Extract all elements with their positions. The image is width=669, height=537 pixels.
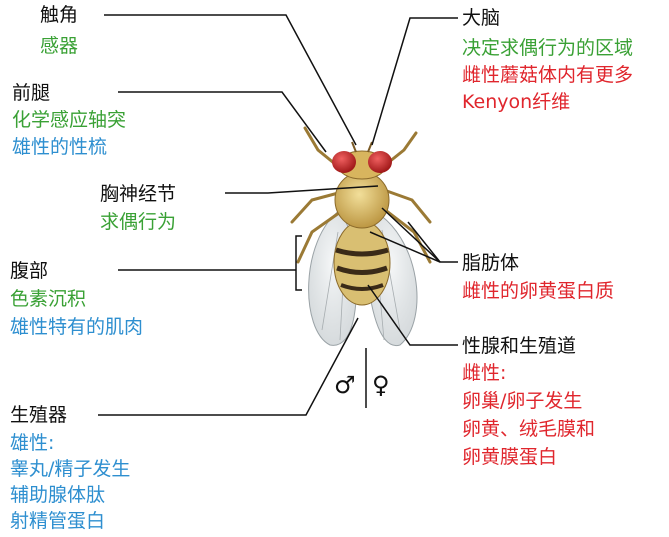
thoracic-ganglion-title: 胸神经节 bbox=[100, 183, 177, 205]
abdomen-title: 腹部 bbox=[10, 260, 49, 282]
brain-courtship-region: 决定求偶行为的区域 bbox=[462, 37, 634, 59]
left-eye bbox=[332, 151, 356, 173]
gonad-female: 雌性: bbox=[462, 362, 507, 384]
genitalia-accessory-gland: 辅助腺体肽 bbox=[10, 484, 106, 506]
abdomen-male-muscle: 雄性特有的肌肉 bbox=[10, 316, 144, 338]
genitalia-testis: 睾丸/精子发生 bbox=[10, 458, 131, 480]
male-symbol: ♂ bbox=[334, 371, 356, 399]
thorax bbox=[334, 171, 390, 229]
female-symbol: ♀ bbox=[372, 371, 390, 399]
brain-title: 大脑 bbox=[462, 7, 501, 29]
genitalia-ejaculatory-duct: 射精管蛋白 bbox=[10, 510, 106, 532]
antenna-sensilla: 感器 bbox=[40, 35, 79, 57]
right-eye bbox=[368, 151, 392, 173]
gonad-ovary: 卵巢/卵子发生 bbox=[462, 390, 583, 412]
fly-head bbox=[332, 141, 392, 180]
brain-mushroom-body: 雌性蘑菇体内有更多 bbox=[462, 64, 634, 86]
gonad-title: 性腺和生殖道 bbox=[462, 335, 577, 357]
genitalia-title: 生殖器 bbox=[10, 404, 68, 426]
genitalia-male: 雄性: bbox=[10, 432, 55, 454]
gonad-vitelline: 卵黄膜蛋白 bbox=[462, 446, 558, 468]
abdomen-body bbox=[333, 220, 391, 306]
brain-kenyon-fibers: Kenyon纤维 bbox=[462, 91, 571, 113]
fat-body-yolk-protein: 雌性的卵黄蛋白质 bbox=[462, 280, 615, 302]
gonad-yolk-chorion: 卵黄、绒毛膜和 bbox=[462, 418, 596, 440]
foreleg-title: 前腿 bbox=[12, 82, 51, 104]
fat-body-title: 脂肪体 bbox=[462, 252, 520, 274]
foreleg-chemosensory: 化学感应轴突 bbox=[12, 109, 127, 131]
antenna-title: 触角 bbox=[40, 4, 79, 26]
thoracic-courtship: 求偶行为 bbox=[100, 211, 177, 233]
abdomen-pigmentation: 色素沉积 bbox=[10, 288, 87, 310]
fly-sex-differences-diagram: ♂ ♀ 触角 感器 前腿 化学感应轴突 雄性的性梳 胸神经节 求偶行为 腹部 色… bbox=[0, 0, 669, 537]
foreleg-sex-comb: 雄性的性梳 bbox=[12, 136, 108, 158]
